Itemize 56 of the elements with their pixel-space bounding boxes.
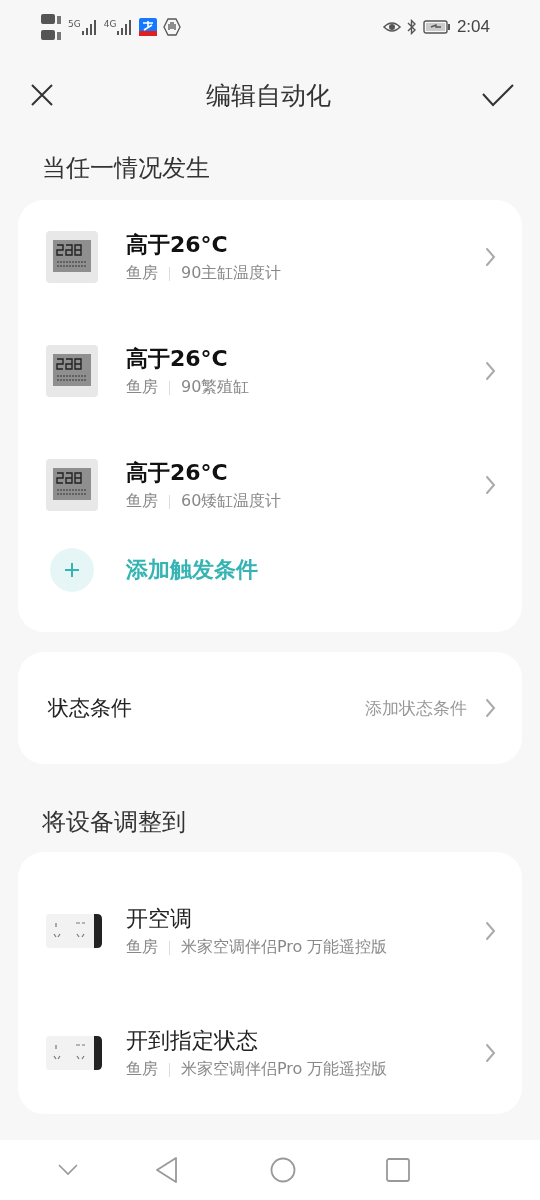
chevron-right-icon (485, 1043, 496, 1063)
condition-title: 开空调 (126, 905, 193, 933)
plus-icon (50, 548, 94, 592)
bluetooth-icon (406, 19, 417, 35)
socket-icon (46, 913, 102, 949)
condition-title: 高于26°C (126, 345, 229, 373)
network-label: 5G (68, 19, 81, 29)
device-name: 米家空调伴侣Pro 万能遥控版 (181, 937, 388, 958)
device-row[interactable]: 高于26°C 鱼房 90繁殖缸 (18, 314, 522, 428)
device-row[interactable]: 开空调 鱼房 米家空调伴侣Pro 万能遥控版 (18, 870, 522, 992)
chevron-right-icon (485, 921, 496, 941)
recents-icon[interactable] (386, 1158, 410, 1182)
eye-icon (382, 20, 401, 34)
app-notification-icon (139, 18, 158, 36)
section-heading: 当任一情况发生 (41, 153, 211, 184)
condition-row[interactable]: 状态条件 添加状态条件 (18, 652, 522, 764)
signal-icon (117, 19, 134, 35)
socket-icon (46, 1035, 102, 1071)
thermometer-icon (46, 459, 98, 511)
add-trigger-label: 添加触发条件 (126, 556, 258, 584)
network-label: 4G (103, 19, 117, 29)
close-button[interactable] (30, 83, 54, 107)
room-name: 鱼房 (126, 377, 158, 398)
thermometer-icon (46, 345, 98, 397)
chevron-down-icon[interactable] (58, 1164, 78, 1176)
chevron-right-icon (485, 247, 496, 267)
section-heading: 将设备调整到 (41, 807, 187, 838)
page-title: 编辑自动化 (205, 79, 331, 112)
check-icon (482, 83, 514, 107)
room-name: 鱼房 (126, 1059, 158, 1080)
condition-title: 高于26°C (126, 459, 229, 487)
thermometer-icon (46, 231, 98, 283)
chevron-right-icon (485, 475, 496, 495)
clock-time: 2:04 (456, 17, 490, 37)
device-row[interactable]: 高于26°C 鱼房 60矮缸温度计 (18, 428, 522, 542)
room-name: 鱼房 (126, 263, 158, 284)
device-name: 90主缸温度计 (181, 263, 282, 284)
room-name: 鱼房 (126, 491, 158, 512)
room-name: 鱼房 (126, 937, 158, 958)
home-icon[interactable] (270, 1157, 296, 1183)
condition-label: 状态条件 (48, 695, 132, 722)
signal-icon (81, 19, 98, 35)
condition-title: 开到指定状态 (126, 1027, 259, 1055)
close-icon (30, 83, 54, 107)
confirm-button[interactable] (482, 83, 514, 107)
battery-icon (422, 20, 451, 34)
device-row[interactable]: 开到指定状态 鱼房 米家空调伴侣Pro 万能遥控版 (18, 992, 522, 1114)
device-name: 米家空调伴侣Pro 万能遥控版 (181, 1059, 388, 1080)
hd-badge-icon (40, 12, 62, 42)
condition-title: 高于26°C (126, 231, 229, 259)
device-row[interactable]: 高于26°C 鱼房 90主缸温度计 (18, 200, 522, 314)
chevron-right-icon (485, 361, 496, 381)
device-name: 90繁殖缸 (181, 377, 250, 398)
chevron-right-icon (485, 698, 496, 718)
device-name: 60矮缸温度计 (181, 491, 282, 512)
back-icon[interactable] (156, 1157, 178, 1183)
